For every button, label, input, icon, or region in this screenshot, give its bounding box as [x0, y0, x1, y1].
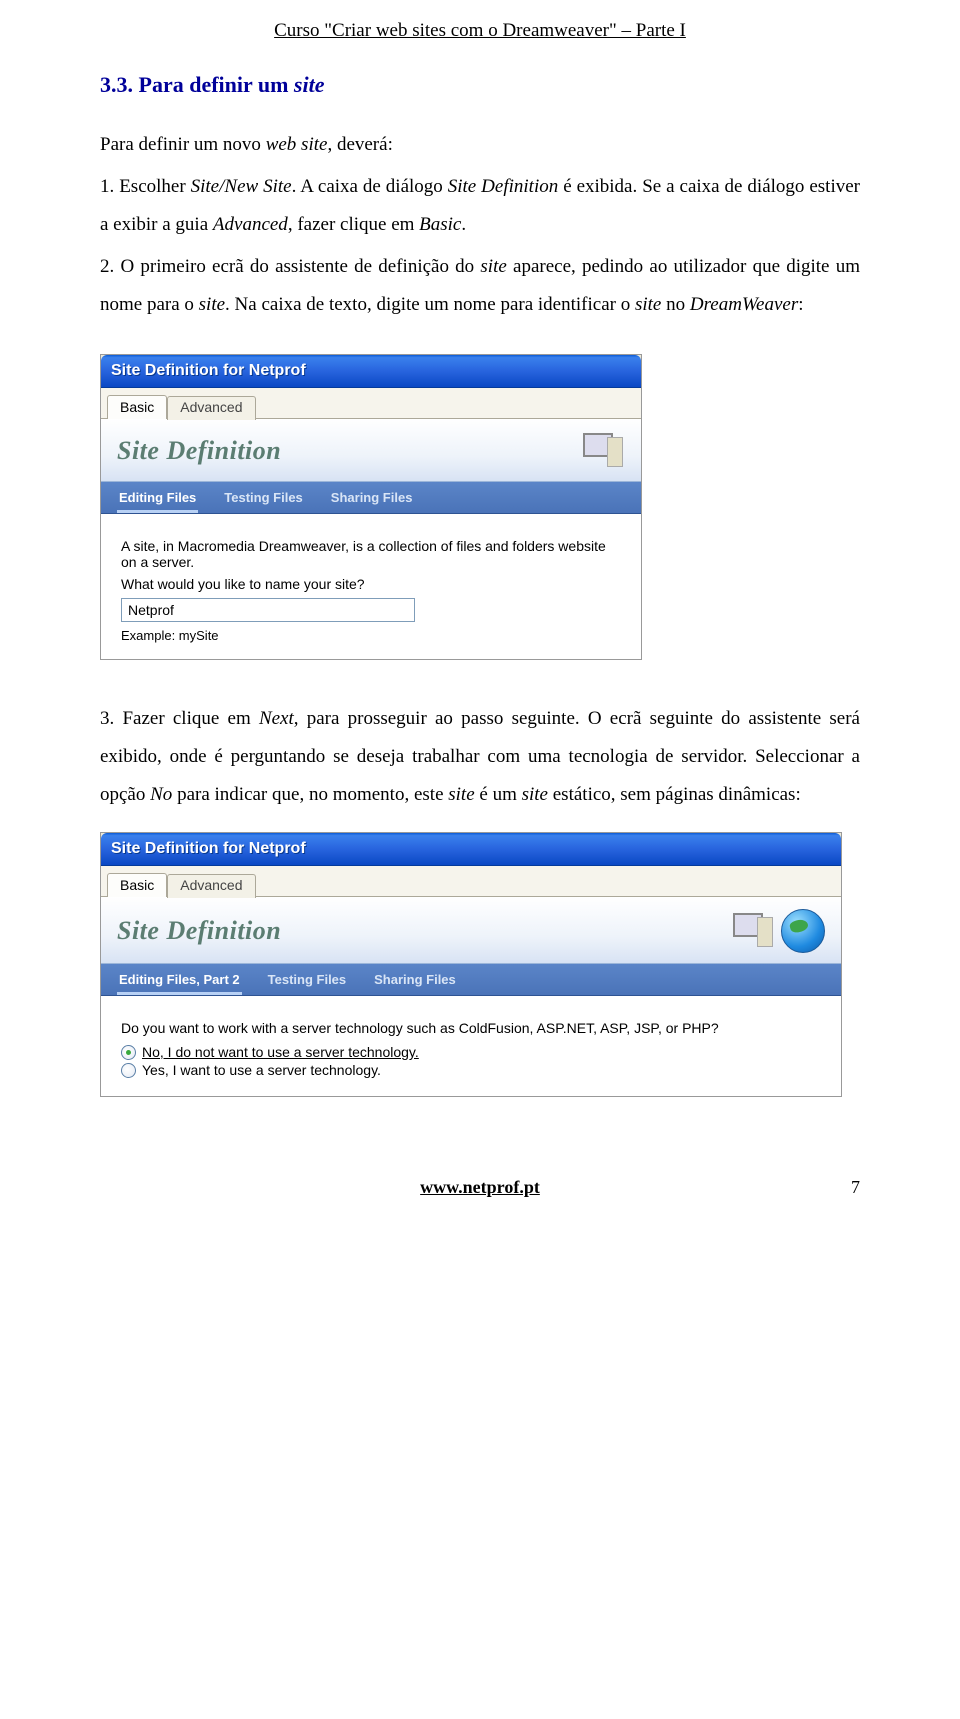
wizard-body: A site, in Macromedia Dreamweaver, is a … [101, 514, 641, 659]
text-italic: Site Definition [448, 176, 563, 197]
text-italic: No [150, 784, 172, 805]
wizard-banner: Site Definition [101, 419, 641, 482]
step-testing-files[interactable]: Testing Files [222, 482, 305, 513]
footer-page-number: 7 [851, 1177, 860, 1198]
step-editing-files[interactable]: Editing Files, Part 2 [117, 964, 242, 995]
dialog-site-definition-2: Site Definition for Netprof Basic Advanc… [100, 832, 842, 1097]
radio-label-no: No, I do not want to use a server techno… [142, 1044, 419, 1060]
step-sharing-files[interactable]: Sharing Files [329, 482, 415, 513]
wizard-steps: Editing Files, Part 2 Testing Files Shar… [101, 964, 841, 996]
radio-label-yes: Yes, I want to use a server technology. [142, 1062, 381, 1078]
site-name-input[interactable] [121, 598, 415, 622]
dialog-tabs: Basic Advanced [101, 388, 641, 418]
step-editing-files[interactable]: Editing Files [117, 482, 198, 513]
wizard-banner-title: Site Definition [117, 916, 281, 946]
text: . [461, 214, 466, 235]
wizard-banner-icons [581, 431, 625, 471]
text: : [798, 294, 803, 315]
text-italic: Basic [419, 214, 461, 235]
text-italic: Site/New Site [191, 176, 292, 197]
page-header: Curso "Criar web sites com o Dreamweaver… [100, 20, 860, 42]
text: 2. O primeiro ecrã do assistente de defi… [100, 256, 480, 277]
section-number: 3.3. [100, 72, 133, 97]
text: . A caixa de diálogo [292, 176, 448, 197]
step-sharing-files[interactable]: Sharing Files [372, 964, 458, 995]
text-italic: Advanced [213, 214, 288, 235]
section-title-text: Para definir um [139, 72, 294, 97]
dialog-titlebar: Site Definition for Netprof [101, 833, 841, 866]
text-italic: DreamWeaver [690, 294, 798, 315]
radio-unselected-icon [121, 1063, 136, 1078]
tab-advanced[interactable]: Advanced [167, 396, 255, 420]
tab-content: Site Definition Editing Files Testing Fi… [101, 418, 641, 659]
text-italic: Next [259, 708, 294, 729]
step-1: 1. Escolher Site/New Site. A caixa de di… [100, 168, 860, 244]
text-italic: site [522, 784, 548, 805]
tab-content: Site Definition Editing Files, Part 2 Te… [101, 896, 841, 1096]
intro-paragraph: Para definir um novo web site, deverá: [100, 126, 860, 164]
radio-option-no[interactable]: No, I do not want to use a server techno… [121, 1044, 821, 1060]
text: , deverá: [327, 134, 392, 155]
wizard-banner: Site Definition [101, 897, 841, 964]
wizard-example: Example: mySite [121, 628, 621, 643]
section-title-italic: site [294, 72, 325, 97]
tab-basic[interactable]: Basic [107, 395, 167, 419]
text-italic: site [635, 294, 661, 315]
tab-advanced[interactable]: Advanced [167, 874, 255, 898]
step-2: 2. O primeiro ecrã do assistente de defi… [100, 248, 860, 324]
wizard-steps: Editing Files Testing Files Sharing File… [101, 482, 641, 514]
screenshot-site-definition-2: Site Definition for Netprof Basic Advanc… [100, 832, 860, 1097]
footer-site-url: www.netprof.pt [420, 1177, 540, 1197]
dialog-tabs: Basic Advanced [101, 866, 841, 896]
text-italic: site [448, 784, 474, 805]
globe-icon [781, 909, 825, 953]
radio-selected-icon [121, 1045, 136, 1060]
wizard-banner-icons [731, 909, 825, 953]
dialog-titlebar: Site Definition for Netprof [101, 355, 641, 388]
section-heading: 3.3. Para definir um site [100, 72, 860, 98]
computer-icon [581, 431, 625, 471]
text: . Na caixa de texto, digite um nome para… [225, 294, 635, 315]
text: no [661, 294, 690, 315]
step-3: 3. Fazer clique em Next, para prosseguir… [100, 700, 860, 814]
text-italic: site [480, 256, 506, 277]
wizard-question: What would you like to name your site? [121, 576, 621, 592]
wizard-intro-text: A site, in Macromedia Dreamweaver, is a … [121, 538, 621, 570]
wizard-body: Do you want to work with a server techno… [101, 996, 841, 1096]
wizard-question: Do you want to work with a server techno… [121, 1020, 821, 1036]
text: Para definir um novo [100, 134, 266, 155]
text: , fazer clique em [288, 214, 419, 235]
text: para indicar que, no momento, este [172, 784, 448, 805]
screenshot-site-definition-1: Site Definition for Netprof Basic Advanc… [100, 354, 860, 660]
dialog-site-definition: Site Definition for Netprof Basic Advanc… [100, 354, 642, 660]
radio-option-yes[interactable]: Yes, I want to use a server technology. [121, 1062, 821, 1078]
text-italic: web site [266, 134, 328, 155]
text: 3. Fazer clique em [100, 708, 259, 729]
text-italic: site [199, 294, 225, 315]
text: é um [475, 784, 522, 805]
computer-icon [731, 911, 775, 951]
text: 1. Escolher [100, 176, 191, 197]
step-testing-files[interactable]: Testing Files [266, 964, 349, 995]
wizard-banner-title: Site Definition [117, 436, 281, 466]
tab-basic[interactable]: Basic [107, 873, 167, 897]
page-footer: www.netprof.pt 7 [100, 1177, 860, 1198]
server-tech-radios: No, I do not want to use a server techno… [121, 1044, 821, 1078]
text: estático, sem páginas dinâmicas: [548, 784, 801, 805]
